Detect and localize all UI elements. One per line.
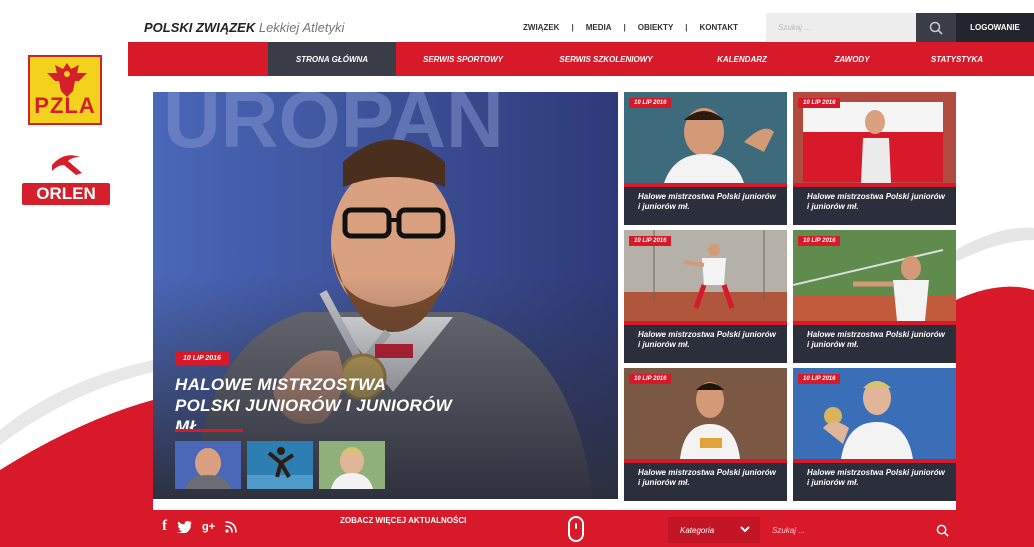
facebook-icon[interactable]: f — [162, 518, 167, 535]
tile-caption[interactable]: Halowe mistrzostwa Polski juniorów i jun… — [638, 330, 778, 350]
topnav-item-obiekty[interactable]: OBIEKTY — [638, 23, 674, 32]
google-plus-icon[interactable]: g+ — [202, 521, 215, 533]
news-tile[interactable]: 10 LIP 2016 Halowe mistrzostwa Polski ju… — [793, 368, 956, 501]
main-nav: STRONA GŁÓWNA SERWIS SPORTOWY SERWIS SZK… — [128, 42, 1034, 76]
social-links: f g+ — [162, 518, 237, 535]
brand-logo[interactable]: POLSKI ZWIĄZEK Lekkiej Atletyki — [144, 20, 344, 35]
pzla-logo-text: PZLA — [34, 93, 96, 118]
topnav-item-kontakt[interactable]: KONTAKT — [700, 23, 739, 32]
top-nav: ZWIĄZEK | MEDIA | OBIEKTY | KONTAKT — [523, 13, 738, 42]
hero-article[interactable]: UROPAN 10 LIP 2016 HALOWE MISTRZOSTWA PO… — [153, 92, 618, 499]
topnav-separator: | — [685, 23, 688, 32]
news-tile[interactable]: 10 LIP 2016 Halowe mistrzostwa Polski ju… — [793, 230, 956, 363]
rss-icon[interactable] — [225, 520, 237, 533]
twitter-icon[interactable] — [177, 520, 192, 533]
nav-item-zawody[interactable]: ZAWODY — [802, 42, 902, 76]
news-tile[interactable]: 10 LIP 2016 Halowe mistrzostwa Polski ju… — [624, 230, 787, 363]
top-search-placeholder: Szukaj ... — [778, 23, 811, 32]
hero-title[interactable]: HALOWE MISTRZOSTWA POLSKI JUNIORÓW I JUN… — [175, 374, 455, 437]
search-icon — [929, 21, 943, 35]
nav-item-serwis-sportowy[interactable]: SERWIS SPORTOWY — [396, 42, 530, 76]
left-logos: PZLA ORLEN — [22, 55, 112, 211]
tile-caption[interactable]: Halowe mistrzostwa Polski juniorów i jun… — [638, 192, 778, 212]
tile-accent — [793, 183, 956, 187]
tile-accent — [624, 183, 787, 187]
tile-accent — [793, 321, 956, 325]
hero-date-badge: 10 LIP 2016 — [175, 352, 229, 365]
more-news-link[interactable]: ZOBACZ WIĘCEJ AKTUALNOŚCI — [340, 516, 466, 525]
hero-accent-bar — [175, 429, 243, 432]
topnav-item-zwiazek[interactable]: ZWIĄZEK — [523, 23, 559, 32]
top-bar: POLSKI ZWIĄZEK Lekkiej Atletyki ZWIĄZEK … — [128, 13, 1034, 42]
hero-thumbnail[interactable] — [247, 441, 313, 489]
tile-date-badge: 10 LIP 2016 — [629, 374, 672, 384]
footer-search-button[interactable] — [928, 517, 956, 543]
tile-date-badge: 10 LIP 2016 — [629, 98, 672, 108]
category-select[interactable]: Kategoria — [668, 517, 760, 543]
news-tile[interactable]: 10 LIP 2016 Halowe mistrzostwa Polski ju… — [793, 92, 956, 225]
top-search-input[interactable]: Szukaj ... — [766, 13, 926, 42]
tile-accent — [793, 459, 956, 463]
hero-thumbnail[interactable] — [175, 441, 241, 489]
thumbnail-image — [247, 441, 313, 489]
footer-search-placeholder: Szukaj ... — [772, 525, 805, 535]
topnav-separator: | — [623, 23, 626, 32]
tile-caption[interactable]: Halowe mistrzostwa Polski juniorów i jun… — [638, 468, 778, 488]
tile-date-badge: 10 LIP 2016 — [798, 374, 841, 384]
topnav-item-media[interactable]: MEDIA — [586, 23, 612, 32]
chevron-down-icon — [740, 526, 750, 533]
nav-item-serwis-szkoleniowy[interactable]: SERWIS SZKOLENIOWY — [530, 42, 682, 76]
scroll-down-icon[interactable] — [568, 516, 584, 542]
brand-bold: POLSKI ZWIĄZEK — [144, 20, 256, 35]
hero-thumbnails — [175, 441, 385, 489]
pzla-logo[interactable]: PZLA — [28, 55, 102, 125]
nav-item-strona-glowna[interactable]: STRONA GŁÓWNA — [268, 42, 396, 76]
thumbnail-image — [175, 441, 241, 489]
news-tile[interactable]: 10 LIP 2016 Halowe mistrzostwa Polski ju… — [624, 92, 787, 225]
login-button[interactable]: LOGOWANIE — [956, 13, 1034, 42]
orlen-eagle-icon — [52, 155, 82, 175]
tile-caption[interactable]: Halowe mistrzostwa Polski juniorów i jun… — [807, 468, 947, 488]
tile-date-badge: 10 LIP 2016 — [798, 236, 841, 246]
hero-photo: UROPAN — [153, 92, 618, 499]
nav-item-kalendarz[interactable]: KALENDARZ — [682, 42, 802, 76]
news-tiles: 10 LIP 2016 Halowe mistrzostwa Polski ju… — [624, 92, 956, 501]
thumbnail-image — [319, 441, 385, 489]
topnav-separator: | — [571, 23, 574, 32]
tile-accent — [624, 321, 787, 325]
news-tile[interactable]: 10 LIP 2016 Halowe mistrzostwa Polski ju… — [624, 368, 787, 501]
footer-search-input[interactable]: Szukaj ... — [760, 517, 956, 543]
nav-item-statystyka[interactable]: STATYSTYKA — [902, 42, 1012, 76]
search-icon — [936, 524, 949, 537]
brand-light: Lekkiej Atletyki — [258, 20, 345, 35]
top-search-button[interactable] — [916, 13, 956, 42]
tile-caption[interactable]: Halowe mistrzostwa Polski juniorów i jun… — [807, 192, 947, 212]
tile-date-badge: 10 LIP 2016 — [629, 236, 672, 246]
hero-thumbnail[interactable] — [319, 441, 385, 489]
category-select-label: Kategoria — [680, 525, 715, 535]
tile-accent — [624, 459, 787, 463]
tile-date-badge: 10 LIP 2016 — [798, 98, 841, 108]
orlen-logo[interactable]: ORLEN — [22, 151, 112, 211]
footer-bar: f g+ ZOBACZ WIĘCEJ AKTUALNOŚCI Kategoria… — [128, 510, 1034, 547]
tile-caption[interactable]: Halowe mistrzostwa Polski juniorów i jun… — [807, 330, 947, 350]
orlen-logo-text: ORLEN — [22, 183, 110, 205]
